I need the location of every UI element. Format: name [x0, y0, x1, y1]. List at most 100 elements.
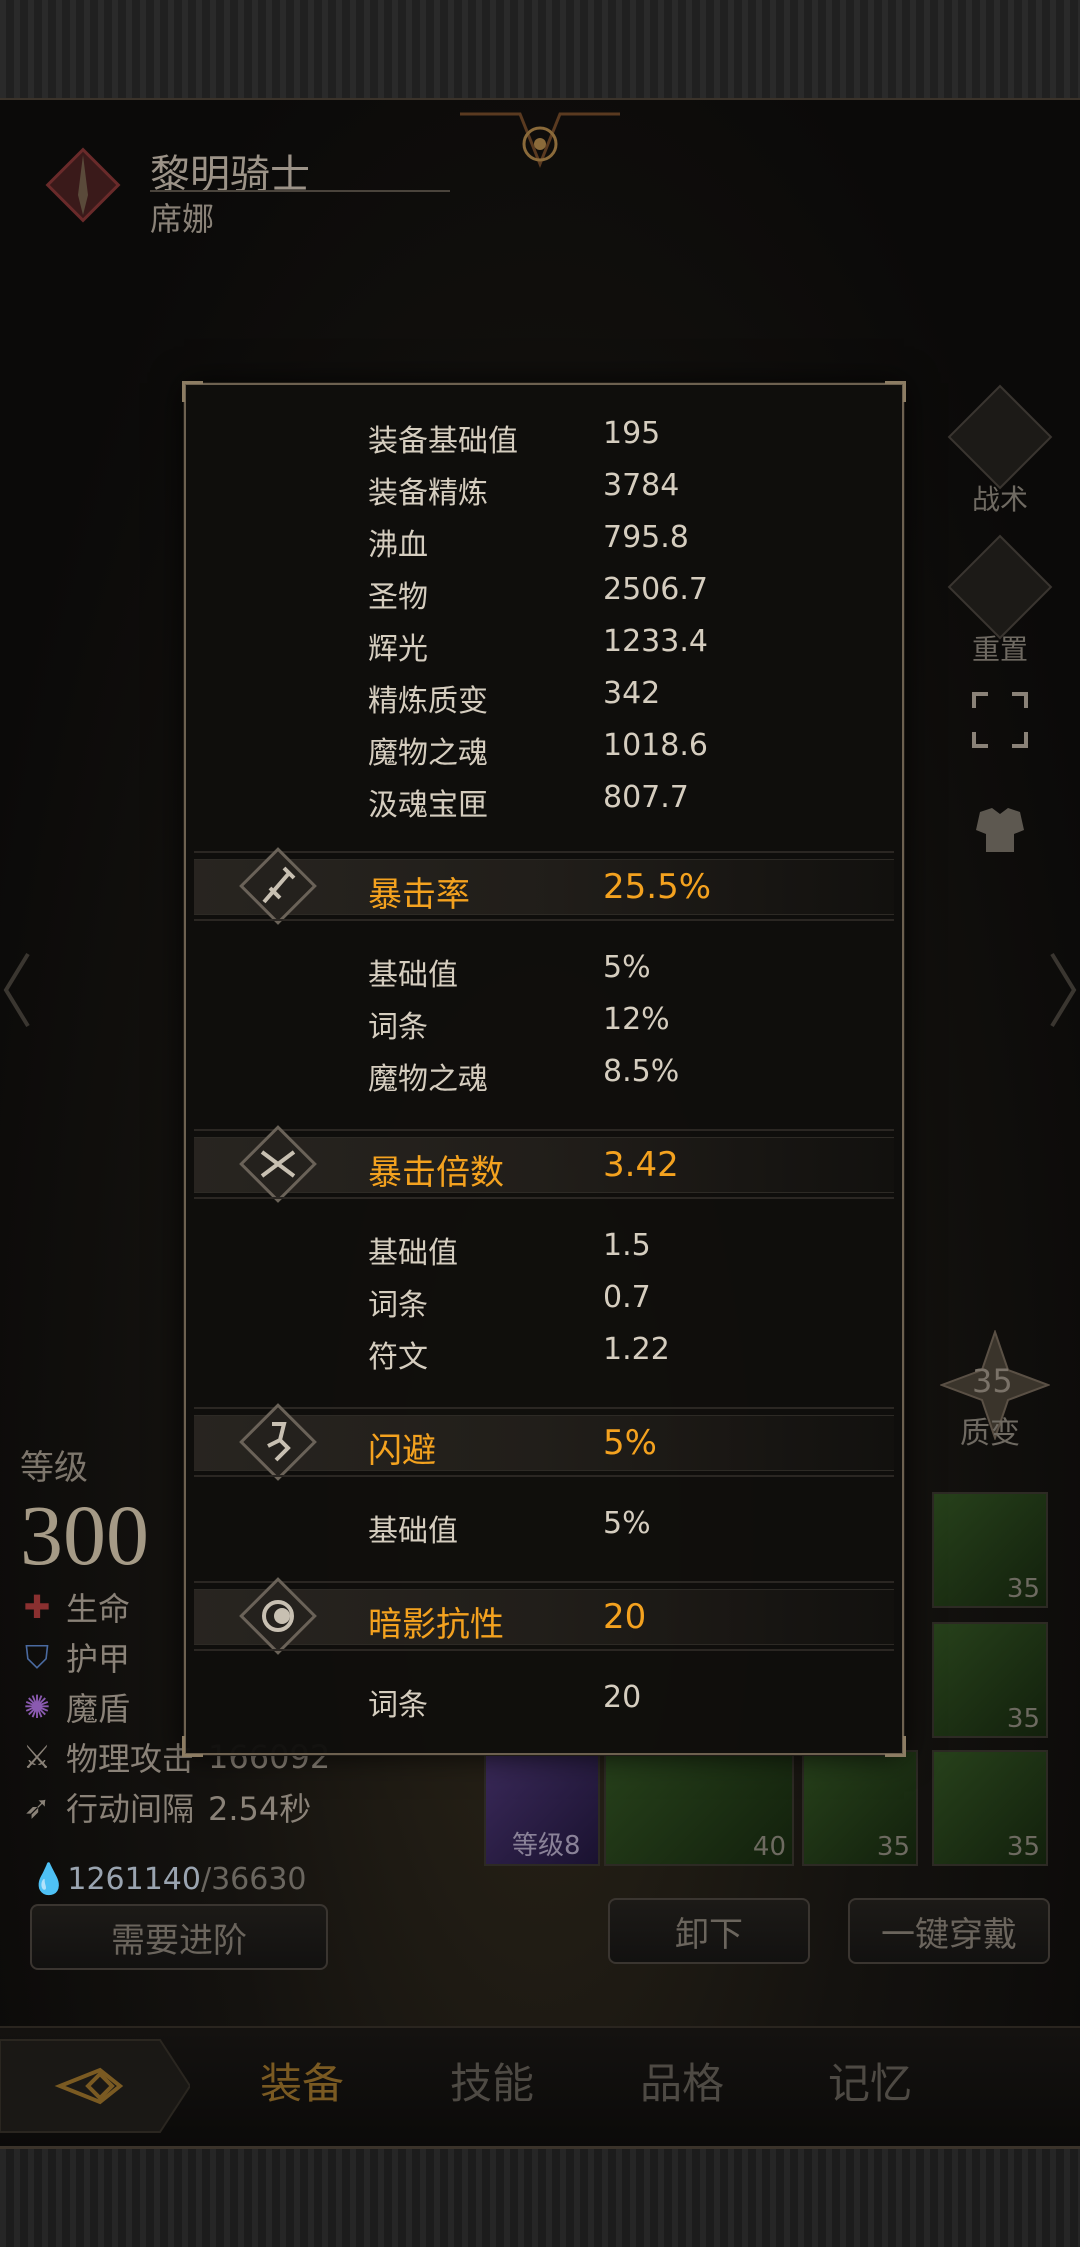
level-label: 等级 — [20, 1448, 88, 1488]
bottom-frame — [0, 2146, 1080, 2247]
tab-character[interactable]: 品格 — [640, 2050, 724, 2111]
section-divider — [194, 1197, 894, 1199]
magic-shield-icon: ✺ — [23, 1688, 51, 1726]
attr-key: 装备精炼 — [368, 476, 488, 511]
tactics-button[interactable]: 战术 — [947, 384, 1053, 518]
popup-corner — [182, 1736, 203, 1757]
attr-key: 沸血 — [368, 528, 428, 563]
dodge-icon — [239, 1403, 317, 1481]
section-header-crit-rate: 暴击率 25.5% — [194, 847, 894, 925]
slot-level: 等级8 — [512, 1831, 581, 1861]
tab-equipment[interactable]: 装备 — [260, 2050, 344, 2111]
health-icon: ✚ — [23, 1588, 51, 1626]
attr-row: 沸血 795.8 — [186, 512, 902, 564]
attr-value: 8.5% — [603, 1054, 680, 1089]
attr-key: 符文 — [368, 1340, 428, 1375]
attr-value: 1018.6 — [603, 728, 708, 763]
equipment-slot-helmet[interactable]: 35 — [932, 1622, 1048, 1738]
section-divider — [194, 1649, 894, 1651]
section-header-dodge: 闪避 5% — [194, 1403, 894, 1481]
attr-key: 装备基础值 — [368, 424, 518, 459]
equipment-slot-weapon[interactable]: 40 — [604, 1750, 794, 1866]
fullscreen-icon — [972, 692, 1028, 748]
section-name: 暴击倍数 — [368, 1153, 504, 1193]
attr-value: 0.7 — [603, 1280, 651, 1315]
advance-button[interactable]: 需要进阶 — [30, 1904, 328, 1970]
attr-row: 汲魂宝匣 807.7 — [186, 772, 902, 824]
attr-value: 342 — [603, 676, 661, 711]
attr-key: 基础值 — [368, 1514, 458, 1549]
speed-icon: ➶ — [23, 1788, 51, 1826]
attr-key: 魔物之魂 — [368, 736, 488, 771]
attr-value: 12% — [603, 1002, 670, 1037]
slot-level: 35 — [1006, 1832, 1040, 1862]
attr-row: 基础值 1.5 — [186, 1220, 902, 1272]
sun-ornament-icon — [460, 112, 620, 169]
attr-value: 20 — [603, 1680, 642, 1715]
attr-key: 词条 — [368, 1010, 428, 1045]
attr-row: 装备精炼 3784 — [186, 460, 902, 512]
attr-value: 1233.4 — [603, 624, 708, 659]
attr-value: 1.5 — [603, 1228, 651, 1263]
shadow-resist-icon — [239, 1577, 317, 1655]
attr-row: 装备基础值 195 — [186, 408, 902, 460]
stat-label: 生命 — [66, 1590, 131, 1628]
attr-key: 基础值 — [368, 1236, 458, 1271]
stat-health: ✚ 生命 — [22, 1584, 130, 1630]
next-hero-arrow-icon[interactable] — [1048, 950, 1078, 1030]
stat-label: 物理攻击 — [66, 1740, 195, 1778]
attr-row: 基础值 5% — [186, 1498, 902, 1550]
attr-key: 汲魂宝匣 — [368, 788, 488, 823]
level-value: 300 — [20, 1487, 149, 1583]
stat-value: 2.54秒 — [208, 1790, 312, 1828]
section-divider — [194, 1475, 894, 1477]
tab-memory[interactable]: 记忆 — [828, 2050, 912, 2111]
crit-rate-icon — [239, 847, 317, 925]
equipment-slot-armor[interactable]: 35 — [932, 1492, 1048, 1608]
slot-level: 35 — [876, 1832, 910, 1862]
section-value: 5% — [603, 1423, 657, 1463]
slot-level: 40 — [752, 1832, 786, 1862]
prev-hero-arrow-icon[interactable] — [2, 950, 32, 1030]
armor-icon — [976, 808, 1024, 852]
armor-button[interactable] — [950, 800, 1050, 867]
currency-current: 1261140 — [67, 1862, 201, 1897]
attr-row: 魔物之魂 1018.6 — [186, 720, 902, 772]
attr-key: 圣物 — [368, 580, 428, 615]
equipment-slot-necklace[interactable]: 35 — [802, 1750, 918, 1866]
section-header-crit-multiplier: 暴击倍数 3.42 — [194, 1125, 894, 1203]
attr-row: 词条 12% — [186, 994, 902, 1046]
attr-value: 1.22 — [603, 1332, 670, 1367]
attr-key: 辉光 — [368, 632, 428, 667]
attribute-detail-popup[interactable]: 装备基础值 195 装备精炼 3784 沸血 795.8 圣物 2506.7 辉… — [182, 381, 906, 1757]
stat-label: 魔盾 — [66, 1690, 131, 1728]
stat-magic-shield: ✺ 魔盾 — [22, 1684, 130, 1730]
tactics-icon — [947, 384, 1053, 490]
tab-skills[interactable]: 技能 — [450, 2050, 534, 2111]
slot-level: 35 — [1006, 1574, 1040, 1604]
section-name: 暗影抗性 — [368, 1605, 504, 1645]
currency-required: /36630 — [200, 1862, 307, 1897]
home-diamond-icon[interactable] — [0, 2030, 190, 2142]
soul-currency-icon: 💧 — [30, 1862, 68, 1897]
reset-button[interactable]: 重置 — [947, 534, 1053, 668]
attr-row: 辉光 1233.4 — [186, 616, 902, 668]
unequip-button[interactable]: 卸下 — [608, 1898, 810, 1964]
popup-corner — [182, 381, 203, 402]
attr-row: 词条 20 — [186, 1672, 902, 1724]
top-frame — [0, 0, 1080, 101]
attr-value: 5% — [603, 950, 651, 985]
quality-label: 质变 — [960, 1416, 1020, 1451]
equip-all-button[interactable]: 一键穿戴 — [848, 1898, 1050, 1964]
attr-key: 魔物之魂 — [368, 1062, 488, 1097]
fullscreen-button[interactable] — [950, 690, 1050, 757]
section-value: 3.42 — [603, 1145, 679, 1185]
attr-row: 精炼质变 342 — [186, 668, 902, 720]
attr-value: 807.7 — [603, 780, 689, 815]
section-value: 20 — [603, 1597, 647, 1637]
equipment-slot-boots[interactable]: 35 — [932, 1750, 1048, 1866]
stat-armor: ⛉ 护甲 — [22, 1634, 130, 1680]
equipment-slot-rune[interactable]: 等级8 — [484, 1750, 600, 1866]
attr-value: 3784 — [603, 468, 680, 503]
attr-key: 词条 — [368, 1288, 428, 1323]
